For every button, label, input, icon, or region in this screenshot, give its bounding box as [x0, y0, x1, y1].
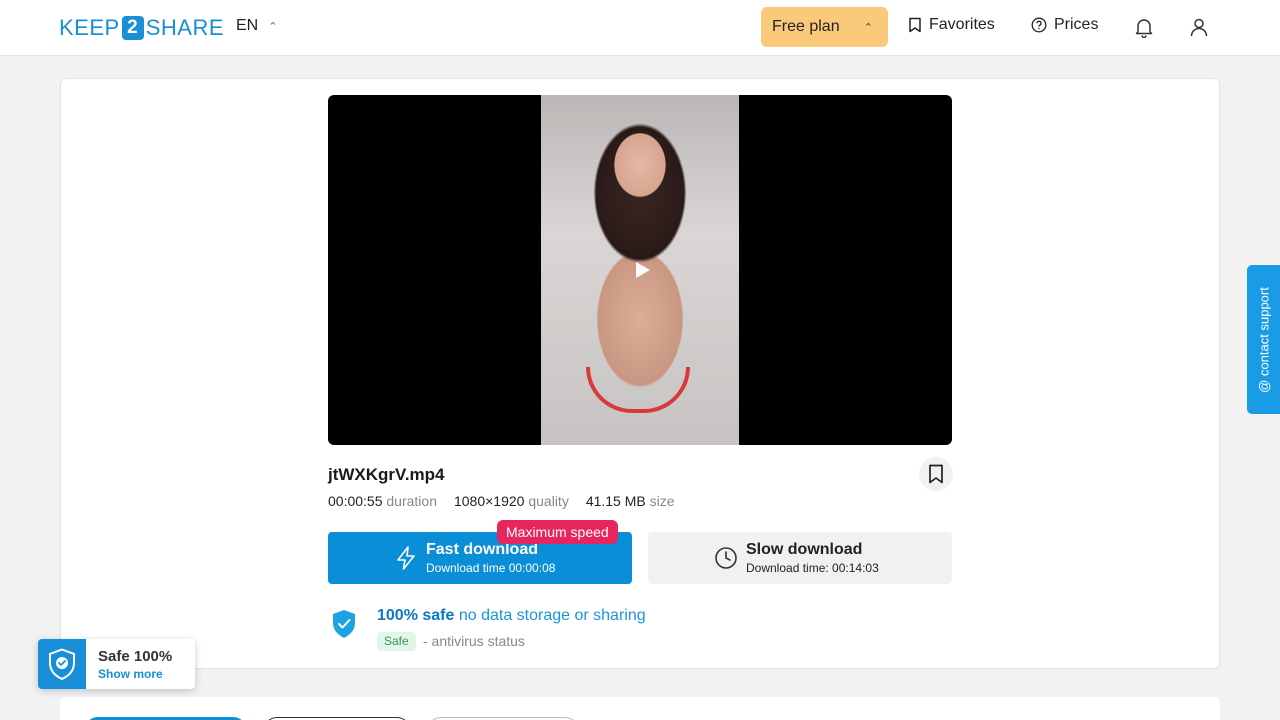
user-icon — [1190, 18, 1208, 37]
lightning-icon — [397, 546, 415, 570]
account-button[interactable] — [1186, 14, 1212, 40]
duration-info: 00:00:55 duration — [328, 493, 437, 509]
antivirus-status: - antivirus status — [423, 633, 525, 649]
safety-strong: 100% safe — [377, 607, 455, 624]
show-more-link[interactable]: Show more — [98, 667, 163, 681]
bell-icon — [1135, 19, 1153, 38]
language-label: EN — [236, 17, 259, 34]
quality-value: 1080×1920 — [453, 493, 525, 509]
logo-text-left: KEEP — [59, 15, 120, 40]
add-favorite-button[interactable] — [919, 457, 953, 491]
size-label: size — [649, 493, 675, 509]
quality-info: 1080×1920 quality — [454, 493, 569, 509]
top-header: KEEP 2 SHARE EN ⌃ Free plan ⌃ Favorites … — [0, 0, 1280, 56]
logo-text-right: SHARE — [145, 15, 224, 40]
widget-title: Safe 100% — [98, 648, 173, 665]
file-meta: 00:00:55 duration 1080×1920 quality 41.1… — [328, 493, 675, 509]
safety-statement: 100% safe no data storage or sharing — [377, 607, 646, 625]
contact-support-label: @ contact support — [1256, 286, 1271, 393]
duration-value: 00:00:55 — [328, 493, 383, 509]
max-speed-badge: Maximum speed — [497, 520, 618, 544]
contact-support-tab[interactable]: @ contact support — [1247, 265, 1280, 414]
file-name: jtWXKgrV.mp4 — [328, 465, 445, 484]
language-selector[interactable]: EN ⌃ — [236, 17, 277, 35]
thumbnail-detail — [586, 367, 690, 413]
shield-check-icon — [49, 648, 75, 680]
chevron-up-icon: ⌃ — [863, 21, 873, 34]
size-value: 41.15 MB — [585, 493, 646, 509]
quality-label: quality — [528, 493, 569, 509]
clock-icon — [715, 547, 737, 569]
play-icon[interactable] — [632, 260, 652, 280]
free-plan-button[interactable]: Free plan ⌃ — [761, 7, 888, 47]
bookmark-icon — [909, 17, 921, 33]
prices-link[interactable]: Prices — [1031, 16, 1098, 34]
shield-check-icon — [333, 610, 355, 638]
slow-download-title: Slow download — [746, 541, 863, 558]
fast-download-time: Download time 00:00:08 — [426, 561, 556, 575]
slow-download-time: Download time: 00:14:03 — [746, 561, 879, 575]
favorites-label: Favorites — [929, 16, 995, 33]
plan-label: Free plan — [772, 18, 840, 35]
duration-label: duration — [386, 493, 437, 509]
chevron-up-icon: ⌃ — [268, 20, 278, 33]
size-info: 41.15 MB size — [586, 493, 675, 509]
safe-widget[interactable]: Safe 100% Show more — [38, 639, 195, 689]
site-logo[interactable]: KEEP 2 SHARE — [59, 14, 224, 42]
help-circle-icon — [1031, 17, 1047, 33]
slow-download-button[interactable]: Slow download Download time: 00:14:03 — [648, 532, 952, 584]
notifications-button[interactable] — [1131, 14, 1157, 40]
favorites-link[interactable]: Favorites — [908, 16, 995, 34]
safety-light: no data storage or sharing — [458, 607, 646, 624]
bookmark-icon — [929, 464, 943, 484]
prices-label: Prices — [1054, 16, 1099, 33]
logo-number: 2 — [121, 16, 144, 40]
widget-badge — [38, 639, 86, 689]
antivirus-badge: Safe — [377, 632, 416, 651]
